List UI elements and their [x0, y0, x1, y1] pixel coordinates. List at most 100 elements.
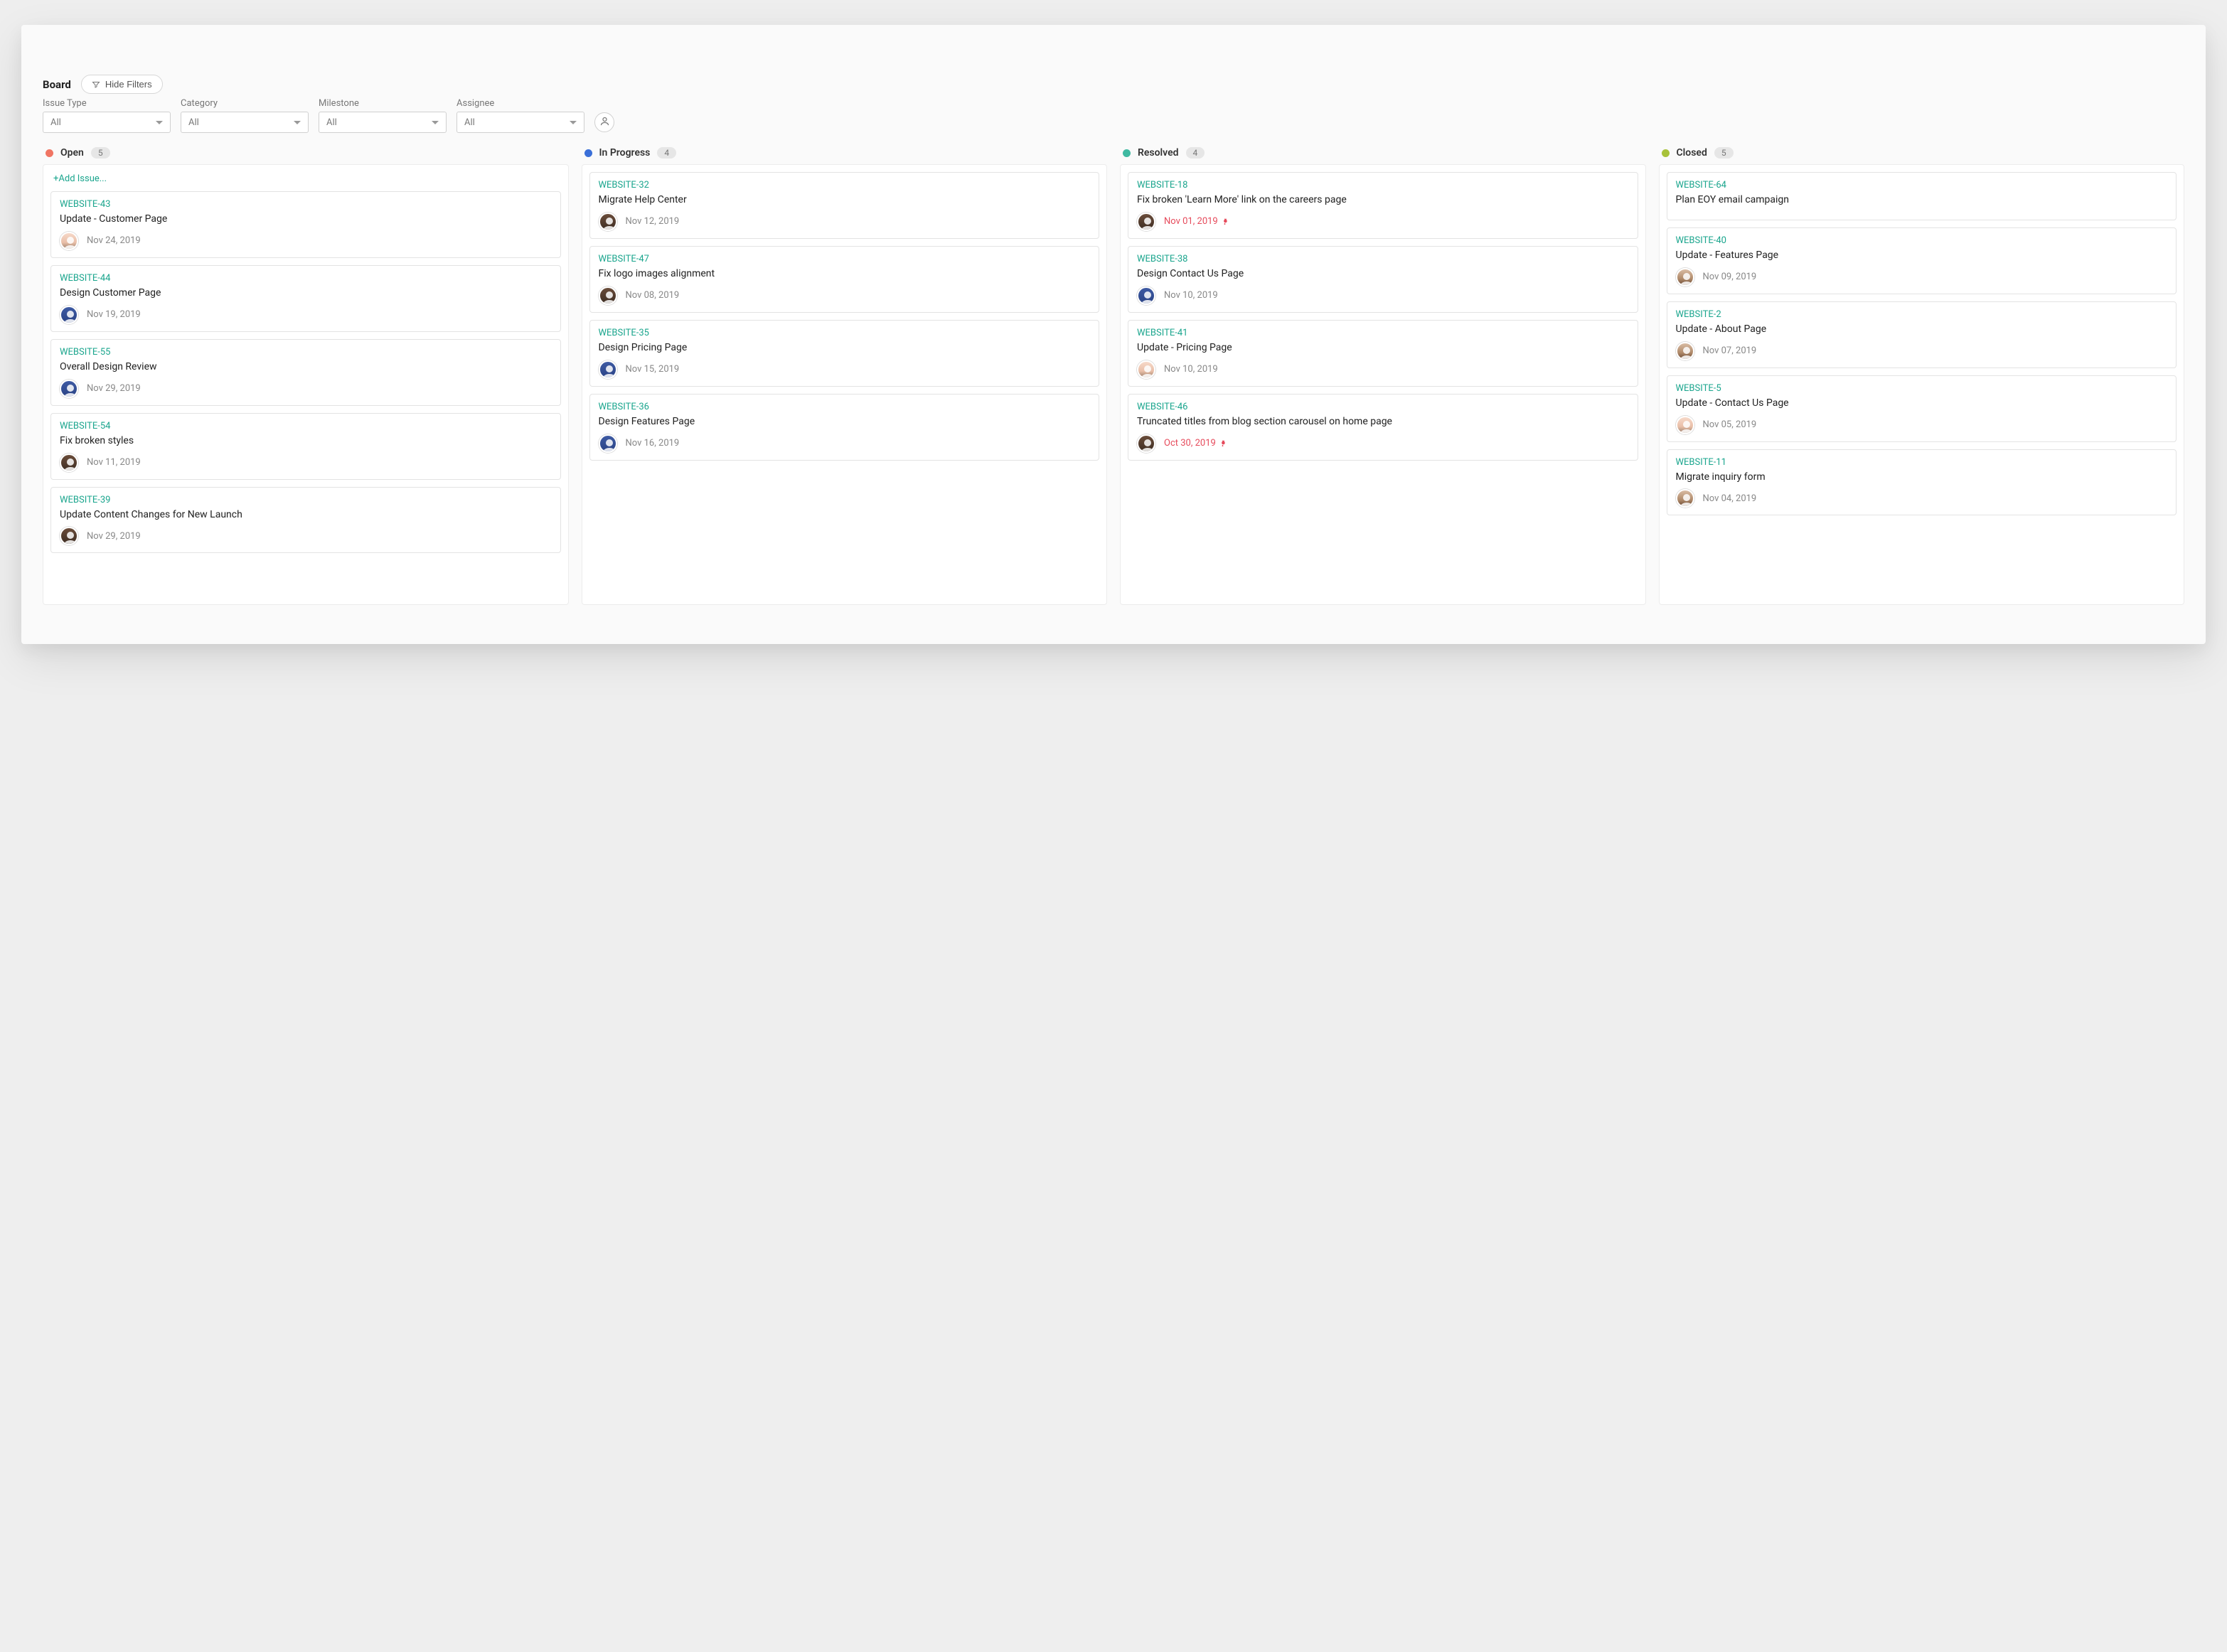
status-dot-icon	[46, 149, 53, 157]
column-title: In Progress	[599, 147, 651, 159]
hide-filters-button[interactable]: Hide Filters	[81, 75, 163, 94]
assignee-avatar	[60, 232, 78, 250]
issue-title: Truncated titles from blog section carou…	[1137, 415, 1629, 429]
issue-date: Nov 19, 2019	[87, 309, 141, 320]
column-title: Closed	[1677, 147, 1707, 159]
issue-meta: Nov 19, 2019	[60, 306, 552, 324]
status-dot-icon	[584, 149, 592, 157]
issue-date: Nov 29, 2019	[87, 531, 141, 542]
assignee-select[interactable]: All	[456, 112, 584, 133]
column-count-badge: 5	[1714, 147, 1734, 159]
issue-meta: Nov 29, 2019	[60, 380, 552, 398]
issue-meta: Nov 07, 2019	[1676, 342, 2168, 360]
column-count-badge: 4	[657, 147, 676, 159]
issue-card[interactable]: WEBSITE-38Design Contact Us PageNov 10, …	[1128, 246, 1638, 313]
issue-card[interactable]: WEBSITE-41Update - Pricing PageNov 10, 2…	[1128, 320, 1638, 387]
issue-card[interactable]: WEBSITE-35Design Pricing PageNov 15, 201…	[589, 320, 1100, 387]
issue-card[interactable]: WEBSITE-64 Plan EOY email campaign	[1667, 172, 2177, 220]
issue-date: Oct 30, 2019	[1164, 438, 1227, 449]
issue-id: WEBSITE-43	[60, 199, 552, 210]
issue-card[interactable]: WEBSITE-40 Update - Features Page Nov 09, …	[1667, 227, 2177, 294]
issue-date: Nov 10, 2019	[1164, 290, 1218, 301]
assignee-avatar	[599, 360, 617, 379]
issue-title: Update - Pricing Page	[1137, 341, 1629, 355]
issue-date: Nov 29, 2019	[87, 383, 141, 394]
add-issue-button[interactable]: +Add Issue...	[50, 172, 561, 191]
user-icon	[599, 116, 610, 129]
hide-filters-label: Hide Filters	[105, 79, 152, 90]
issue-date: Nov 07, 2019	[1703, 345, 1757, 356]
category-select[interactable]: All	[181, 112, 309, 133]
issue-title: Update - About Page	[1676, 323, 2168, 336]
assignee-avatar	[1676, 489, 1694, 508]
issue-title: Design Contact Us Page	[1137, 267, 1629, 281]
issue-id: WEBSITE-41	[1137, 328, 1629, 338]
column-header: In Progress 4	[582, 146, 1108, 164]
issue-card[interactable]: WEBSITE-11 Migrate inquiry form Nov 04, 20…	[1667, 449, 2177, 516]
column-count-badge: 5	[91, 147, 110, 159]
issue-id: WEBSITE-18	[1137, 180, 1629, 191]
category-value: All	[188, 117, 199, 128]
issue-title: Plan EOY email campaign	[1676, 193, 2168, 207]
column-count-badge: 4	[1186, 147, 1205, 159]
issue-card[interactable]: WEBSITE-43 Update - Customer Page Nov 24, …	[50, 191, 561, 258]
issue-id: WEBSITE-11	[1676, 457, 2168, 468]
filter-icon	[92, 80, 100, 89]
column-body: WEBSITE-18Fix broken 'Learn More' link o…	[1120, 164, 1646, 605]
issue-card[interactable]: WEBSITE-2 Update - About Page Nov 07, 2019	[1667, 301, 2177, 368]
issue-title: Update - Customer Page	[60, 213, 552, 226]
filter-label-assignee: Assignee	[456, 98, 584, 109]
issue-card[interactable]: WEBSITE-46 Truncated titles from blog sec…	[1128, 394, 1638, 461]
column-body: +Add Issue... WEBSITE-43 Update - Customer…	[43, 164, 569, 605]
issue-meta: Nov 04, 2019	[1676, 489, 2168, 508]
issue-date: Nov 15, 2019	[626, 364, 680, 375]
assignee-avatar	[60, 527, 78, 545]
issue-id: WEBSITE-54	[60, 421, 552, 431]
issue-card[interactable]: WEBSITE-55Overall Design ReviewNov 29, 2…	[50, 339, 561, 406]
issue-type-value: All	[50, 117, 61, 128]
issue-card[interactable]: WEBSITE-18Fix broken 'Learn More' link o…	[1128, 172, 1638, 239]
issue-meta: Nov 01, 2019	[1137, 213, 1629, 231]
issue-meta: Nov 16, 2019	[599, 434, 1091, 453]
issue-id: WEBSITE-44	[60, 273, 552, 284]
issue-date: Nov 16, 2019	[626, 438, 680, 449]
issue-date: Nov 09, 2019	[1703, 272, 1757, 282]
issue-card[interactable]: WEBSITE-5Update - Contact Us PageNov 05,…	[1667, 375, 2177, 442]
issue-card[interactable]: WEBSITE-54 Fix broken styles Nov 11, 2019	[50, 413, 561, 480]
issue-card[interactable]: WEBSITE-39Update Content Changes for New…	[50, 487, 561, 554]
milestone-select[interactable]: All	[319, 112, 447, 133]
fire-icon	[1219, 439, 1227, 448]
issue-title: Overall Design Review	[60, 360, 552, 374]
issue-date: Nov 11, 2019	[87, 457, 141, 468]
issue-meta: Oct 30, 2019	[1137, 434, 1629, 453]
issue-id: WEBSITE-2	[1676, 309, 2168, 320]
milestone-value: All	[326, 117, 337, 128]
assignee-value: All	[464, 117, 475, 128]
issue-card[interactable]: WEBSITE-32Migrate Help CenterNov 12, 201…	[589, 172, 1100, 239]
issue-meta: Nov 24, 2019	[60, 232, 552, 250]
board-column-resolved: Resolved4WEBSITE-18Fix broken 'Learn Mor…	[1120, 146, 1646, 605]
issue-id: WEBSITE-64	[1676, 180, 2168, 191]
issue-card[interactable]: WEBSITE-36Design Features PageNov 16, 20…	[589, 394, 1100, 461]
issue-id: WEBSITE-40	[1676, 235, 2168, 246]
issue-meta: Nov 29, 2019	[60, 527, 552, 545]
issue-date: Nov 04, 2019	[1703, 493, 1757, 504]
issue-card[interactable]: WEBSITE-44 Design Customer Page Nov 19, 20…	[50, 265, 561, 332]
issue-date: Nov 08, 2019	[626, 290, 680, 301]
issue-id: WEBSITE-46	[1137, 402, 1629, 412]
assignee-avatar	[1137, 434, 1155, 453]
issue-type-select[interactable]: All	[43, 112, 171, 133]
issue-title: Fix broken styles	[60, 434, 552, 448]
assignee-avatar	[599, 286, 617, 305]
issue-title: Migrate inquiry form	[1676, 471, 2168, 484]
board-column-closed: Closed 5 WEBSITE-64 Plan EOY email campaign…	[1659, 146, 2185, 605]
assignee-avatar	[60, 306, 78, 324]
issue-title: Update - Features Page	[1676, 249, 2168, 262]
chevron-down-icon	[432, 121, 439, 124]
issue-title: Design Customer Page	[60, 286, 552, 300]
filter-label-issue-type: Issue Type	[43, 98, 171, 109]
chevron-down-icon	[294, 121, 301, 124]
issue-card[interactable]: WEBSITE-47Fix logo images alignmentNov 0…	[589, 246, 1100, 313]
assignee-filter-button[interactable]	[594, 112, 614, 132]
issue-id: WEBSITE-35	[599, 328, 1091, 338]
